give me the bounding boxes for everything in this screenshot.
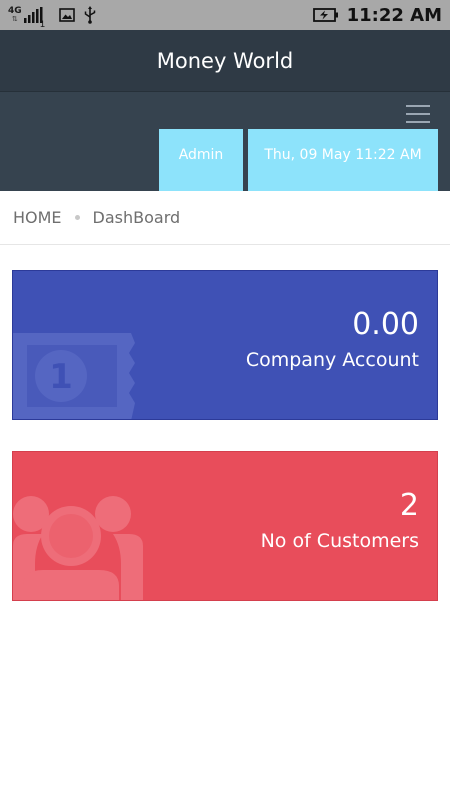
- image-icon: [59, 8, 76, 22]
- hamburger-menu-icon[interactable]: [406, 105, 430, 123]
- svg-text:1: 1: [49, 357, 73, 397]
- banknote-icon: 1: [13, 333, 135, 419]
- battery-charging-icon: [312, 8, 338, 22]
- company-account-label: Company Account: [245, 349, 419, 371]
- app-title: Money World: [156, 48, 294, 73]
- status-bar: 4G ⇅ 1 11:22 AM: [0, 0, 450, 30]
- customers-count-label: No of Customers: [260, 530, 419, 552]
- sub-header: Admin Thu, 09 May 11:22 AM: [0, 92, 450, 191]
- users-group-icon: [13, 496, 143, 600]
- status-clock: 11:22 AM: [346, 4, 442, 26]
- network-type-label: 4G: [8, 6, 22, 16]
- company-account-value: 0.00: [352, 307, 419, 342]
- sim-slot-label: 1: [39, 20, 46, 30]
- customers-count-value: 2: [399, 488, 419, 523]
- usb-icon: [85, 6, 96, 24]
- company-account-card[interactable]: 1 0.00 Company Account: [12, 270, 438, 420]
- datetime-chip: Thu, 09 May 11:22 AM: [248, 129, 438, 191]
- user-chip[interactable]: Admin: [159, 129, 243, 191]
- breadcrumb-separator: [74, 215, 80, 220]
- network-indicator: 4G ⇅ 1: [8, 6, 46, 31]
- breadcrumb-current: DashBoard: [92, 208, 181, 227]
- customers-card[interactable]: 2 No of Customers: [12, 451, 438, 601]
- app-header: Money World: [0, 30, 450, 92]
- breadcrumb-home[interactable]: HOME: [13, 208, 62, 227]
- breadcrumb: HOME DashBoard: [0, 191, 450, 245]
